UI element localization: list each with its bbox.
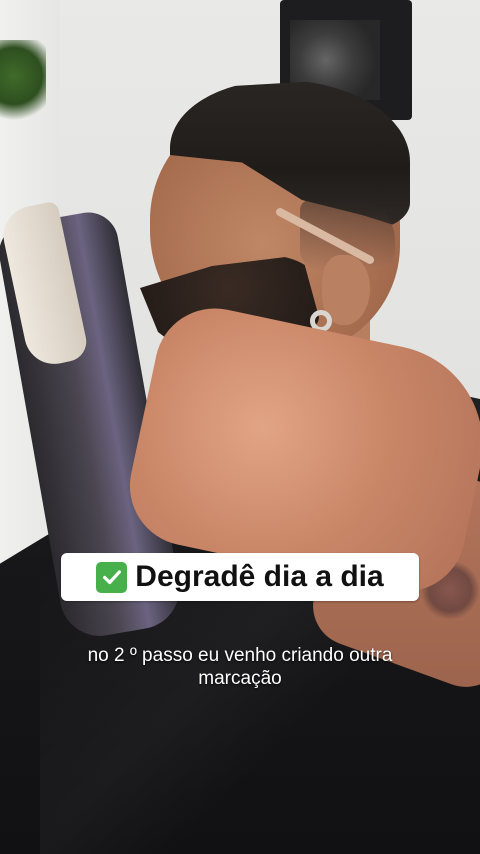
plant	[0, 40, 46, 130]
video-frame[interactable]: Degradê dia a dia no 2 º passo eu venho …	[0, 0, 480, 854]
caption-line-1: no 2 º passo eu venho criando outra	[87, 645, 393, 666]
caption-line-2: marcação	[198, 668, 282, 689]
check-mark-button-icon	[96, 561, 128, 593]
subtitle-caption: no 2 º passo eu venho criando outra marc…	[20, 644, 460, 690]
title-text: Degradê dia a dia	[135, 560, 384, 593]
title-banner: Degradê dia a dia	[61, 553, 419, 601]
